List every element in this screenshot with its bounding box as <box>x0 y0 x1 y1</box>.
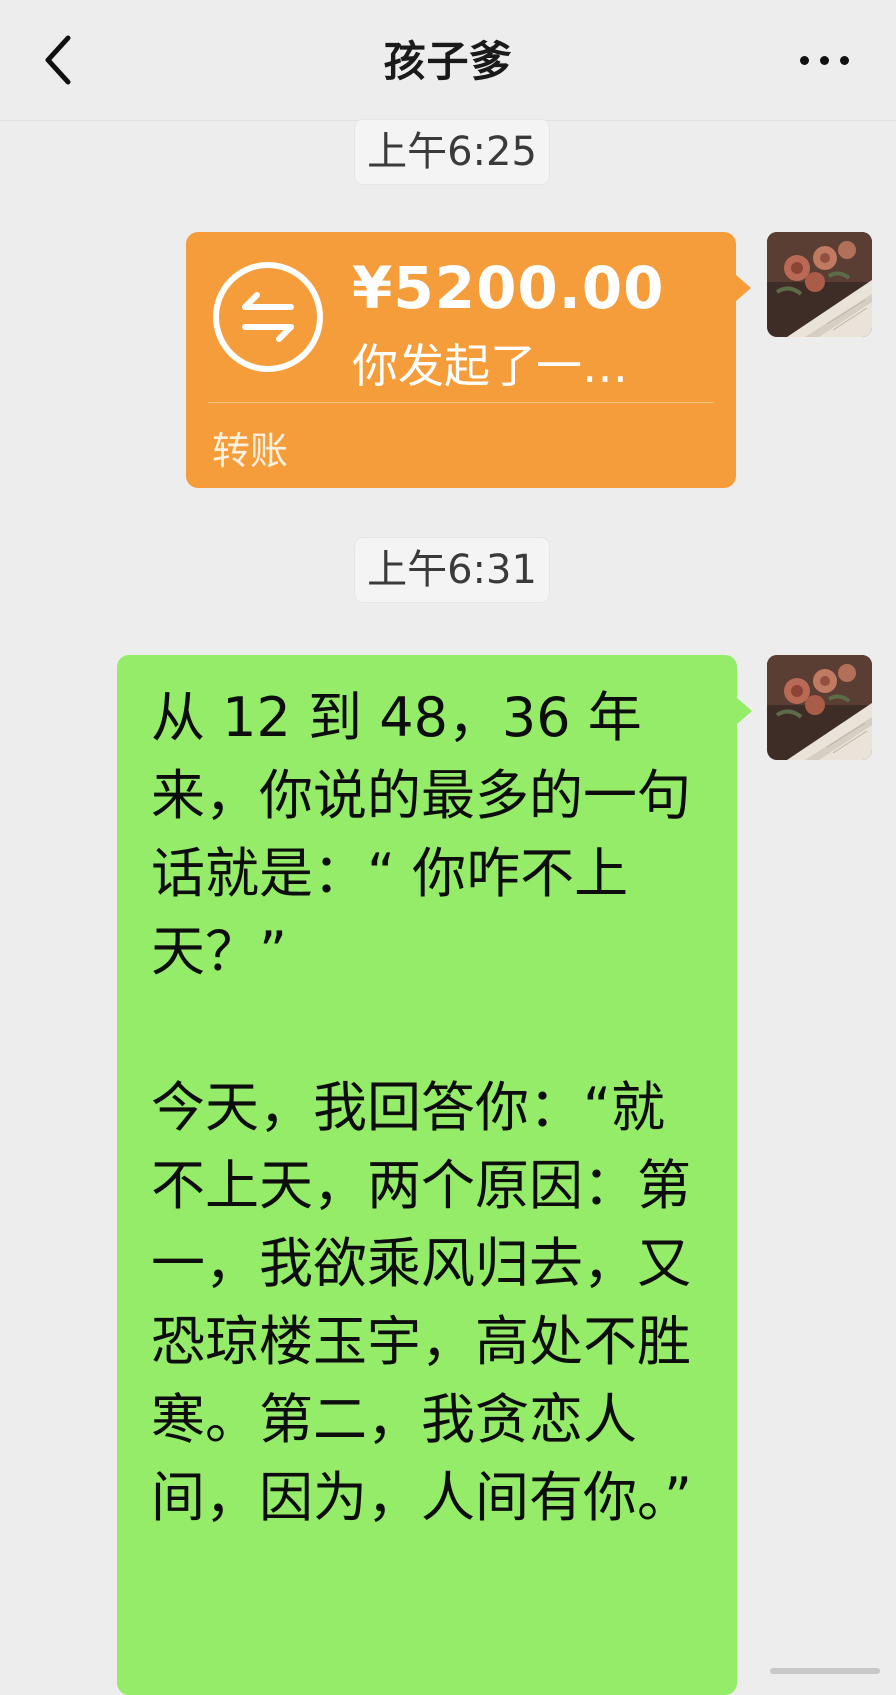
divider <box>208 402 714 403</box>
transfer-description: 你发起了一… <box>352 339 628 393</box>
home-indicator <box>770 1668 880 1674</box>
flowers-book-avatar-icon <box>767 655 872 760</box>
chat-header: 孩子爹 <box>0 0 896 121</box>
transfer-message-card[interactable]: ¥5200.00 你发起了一… 转账 <box>186 232 751 488</box>
text-message-bubble[interactable]: 从 12 到 48，36 年来，你说的最多的一句话就是：“ 你咋不上天？” 今天… <box>117 655 752 1695</box>
transfer-label: 转账 <box>212 429 289 473</box>
text-message-content: 从 12 到 48，36 年来，你说的最多的一句话就是：“ 你咋不上天？” 今天… <box>151 686 692 1529</box>
message-timestamp: 上午6:31 <box>355 538 549 602</box>
ellipsis-icon <box>800 56 809 65</box>
avatar[interactable] <box>767 232 872 337</box>
more-options-button[interactable] <box>796 36 856 84</box>
flowers-book-avatar-icon <box>767 232 872 337</box>
transfer-amount: ¥5200.00 <box>352 254 665 322</box>
chat-title: 孩子爹 <box>383 37 513 86</box>
transfer-arrows-icon <box>213 262 323 372</box>
message-timestamp: 上午6:25 <box>355 120 549 184</box>
avatar[interactable] <box>767 655 872 760</box>
